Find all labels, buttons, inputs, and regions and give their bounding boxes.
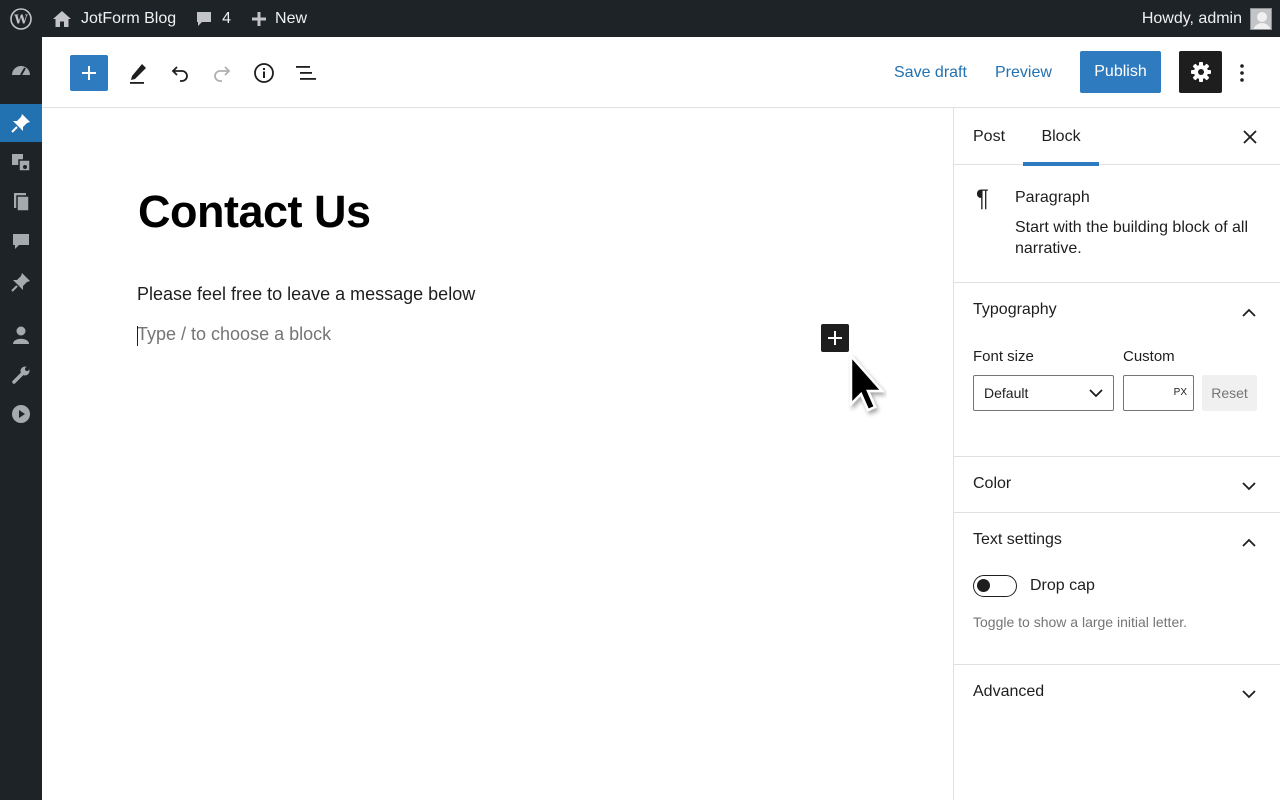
close-sidebar-button[interactable] bbox=[1238, 125, 1262, 149]
tools-pencil-button[interactable] bbox=[120, 55, 156, 91]
svg-text:W: W bbox=[13, 12, 28, 26]
color-panel: Color bbox=[954, 457, 1280, 513]
comments-link[interactable]: 4 bbox=[185, 0, 241, 37]
gear-icon bbox=[1190, 62, 1211, 82]
chevron-down-icon[interactable] bbox=[1238, 683, 1260, 705]
users-icon[interactable] bbox=[0, 316, 42, 354]
text-caret bbox=[137, 326, 138, 346]
text-settings-panel-toggle[interactable]: Text settings bbox=[973, 531, 1062, 549]
undo-button[interactable] bbox=[162, 55, 198, 91]
editor-header: Save draft Preview Publish bbox=[42, 37, 1280, 108]
reset-button[interactable]: Reset bbox=[1202, 375, 1257, 411]
preview-button[interactable]: Preview bbox=[995, 61, 1052, 85]
comments-count: 4 bbox=[222, 9, 232, 27]
avatar bbox=[1250, 7, 1272, 30]
admin-bar: W JotForm Blog 4 New Howdy, admin bbox=[0, 0, 1280, 37]
typography-panel-toggle[interactable]: Typography bbox=[973, 301, 1057, 319]
font-size-value: Default bbox=[984, 385, 1029, 401]
admin-menu bbox=[0, 37, 42, 800]
home-icon bbox=[53, 10, 71, 27]
font-size-select[interactable]: Default bbox=[973, 375, 1114, 411]
site-name-link[interactable]: JotForm Blog bbox=[42, 0, 185, 37]
block-card-description: Start with the building block of all nar… bbox=[1015, 219, 1249, 257]
more-options-button[interactable] bbox=[1230, 55, 1254, 91]
play-icon[interactable] bbox=[0, 395, 42, 433]
typography-panel: Typography Font size Custom Default PX R… bbox=[954, 283, 1280, 457]
sidebar-tabs: Post Block bbox=[954, 108, 1280, 166]
mouse-cursor-icon bbox=[849, 354, 885, 412]
chevron-down-icon[interactable] bbox=[1238, 475, 1260, 497]
new-label: New bbox=[275, 9, 308, 27]
posts-icon[interactable] bbox=[0, 104, 42, 142]
new-content-link[interactable]: New bbox=[241, 0, 317, 37]
media-icon[interactable] bbox=[0, 143, 42, 181]
greeting: Howdy, admin bbox=[1141, 9, 1242, 27]
details-button[interactable] bbox=[246, 55, 282, 91]
advanced-panel-toggle[interactable]: Advanced bbox=[973, 683, 1044, 701]
drop-cap-toggle[interactable] bbox=[973, 575, 1017, 597]
chevron-down-icon bbox=[1089, 389, 1103, 398]
tab-block[interactable]: Block bbox=[1023, 108, 1099, 166]
plus-icon bbox=[252, 11, 267, 26]
comment-bubble-icon bbox=[197, 11, 212, 26]
drop-cap-label: Drop cap bbox=[1030, 577, 1095, 594]
editor-canvas: Contact Us Please feel free to leave a m… bbox=[42, 108, 953, 800]
empty-block-placeholder[interactable]: Type / to choose a block bbox=[137, 324, 331, 345]
redo-icon bbox=[214, 66, 231, 82]
info-icon bbox=[254, 63, 274, 83]
unit-label: PX bbox=[1173, 387, 1187, 398]
chevron-up-icon[interactable] bbox=[1238, 301, 1260, 323]
custom-size-label: Custom bbox=[1123, 348, 1175, 365]
color-panel-toggle[interactable]: Color bbox=[973, 475, 1011, 493]
custom-size-input[interactable]: PX bbox=[1123, 375, 1194, 411]
list-view-icon bbox=[296, 66, 316, 80]
list-view-button[interactable] bbox=[288, 55, 324, 91]
post-title[interactable]: Contact Us bbox=[138, 186, 371, 238]
drop-cap-help: Toggle to show a large initial letter. bbox=[973, 614, 1188, 630]
font-size-label: Font size bbox=[973, 348, 1034, 365]
tab-post[interactable]: Post bbox=[973, 108, 1005, 165]
undo-icon bbox=[171, 66, 188, 82]
settings-button[interactable] bbox=[1179, 51, 1222, 93]
dashboard-icon[interactable] bbox=[0, 52, 42, 90]
plus-icon bbox=[828, 331, 842, 345]
add-block-button[interactable] bbox=[821, 324, 849, 352]
settings-sidebar: Post Block ¶ Paragraph Start with the bu… bbox=[953, 108, 1280, 800]
pages-icon[interactable] bbox=[0, 183, 42, 221]
paragraph-icon: ¶ bbox=[976, 185, 989, 212]
text-settings-panel: Text settings Drop cap Toggle to show a … bbox=[954, 513, 1280, 665]
comments-icon[interactable] bbox=[0, 223, 42, 261]
pencil-icon bbox=[130, 64, 146, 84]
more-vertical-icon bbox=[1240, 64, 1244, 82]
save-draft-button[interactable]: Save draft bbox=[894, 61, 967, 85]
site-name: JotForm Blog bbox=[81, 9, 177, 27]
paragraph-block[interactable]: Please feel free to leave a message belo… bbox=[137, 284, 475, 305]
advanced-panel: Advanced bbox=[954, 665, 1280, 722]
plus-icon bbox=[82, 66, 96, 80]
wordpress-logo-icon[interactable]: W bbox=[0, 0, 42, 37]
my-account-link[interactable]: Howdy, admin bbox=[1142, 0, 1272, 37]
chevron-up-icon[interactable] bbox=[1238, 531, 1260, 553]
tools-icon[interactable] bbox=[0, 356, 42, 394]
pin-icon[interactable] bbox=[0, 263, 42, 301]
block-inserter-button[interactable] bbox=[70, 55, 108, 91]
publish-button[interactable]: Publish bbox=[1080, 51, 1161, 93]
block-card-title: Paragraph bbox=[1015, 189, 1090, 206]
close-icon bbox=[1243, 130, 1257, 144]
block-card: ¶ Paragraph Start with the building bloc… bbox=[954, 165, 1280, 283]
redo-button[interactable] bbox=[204, 55, 240, 91]
